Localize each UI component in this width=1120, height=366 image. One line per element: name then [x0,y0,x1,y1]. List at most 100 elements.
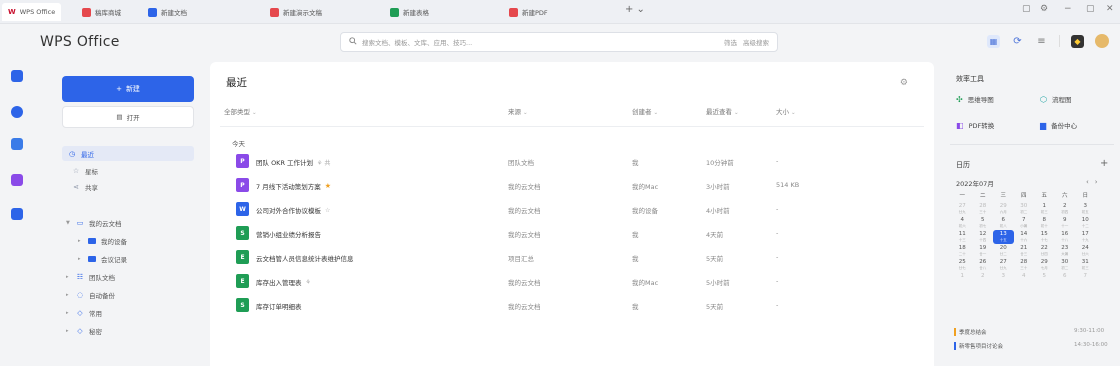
calendar-day[interactable]: 25 廿七 [952,258,973,272]
tab-new-doc[interactable]: 新建文档 [142,3,193,21]
close-button[interactable]: ✕ [1106,4,1114,14]
calendar-day[interactable]: 10 十二 [1075,216,1096,230]
new-button[interactable]: + 新建 [62,76,194,102]
calendar-day[interactable]: 8 初十 [1034,216,1055,230]
calendar-day[interactable]: 7 [1075,272,1096,286]
calendar-day[interactable]: 7 小暑 [1014,216,1035,230]
file-name[interactable]: 云文档管人员信息统计表维护信息 [256,253,354,263]
calendar-day[interactable]: 31 初三 [1075,258,1096,272]
filter-source-dropdown[interactable]: 来源 ⌄ [508,106,528,116]
calendar-day[interactable]: 4 初六 [952,216,973,230]
calendar-day[interactable]: 2 [973,272,994,286]
tool-pdf-convert[interactable]: ◧ PDF转换 [956,120,994,131]
box-icon[interactable] [11,208,23,220]
tree-item-secret[interactable]: ▸ ◇ 秘密 [66,324,102,338]
calendar-day[interactable]: 30 初二 [1014,202,1035,216]
calendar-event[interactable]: 新零售项目讨论会 14:30-16:00 [954,342,1108,350]
open-button[interactable]: ▤ 打开 [62,106,194,128]
calendar-day[interactable]: 19 廿一 [973,244,994,258]
file-name[interactable]: 7 月线下活动策划方案 ★ [256,181,331,191]
grid-icon[interactable]: ▦ [987,34,1000,48]
apps-icon[interactable] [11,174,23,186]
minimize-button[interactable]: − [1064,4,1072,14]
filter-creator-dropdown[interactable]: 创建者 ⌄ [632,106,658,116]
calendar-day[interactable]: 29 七月 [1034,258,1055,272]
calendar-day[interactable]: 28 三十 [1014,258,1035,272]
sync-icon[interactable]: ⟳ [1011,35,1024,48]
calendar-day[interactable]: 2 初四 [1055,202,1076,216]
advanced-search-chip[interactable]: 高级搜索 [743,37,769,47]
file-row[interactable]: P 7 月线下活动策划方案 ★ 我的云文档 我的Mac 3小时前 514 KB [210,176,934,196]
doc-icon[interactable] [11,70,23,82]
file-row[interactable]: S 营销小组业绩分析报告 我的云文档 我 4天前 - [210,224,934,244]
file-name[interactable]: 团队 OKR 工作计划 ⚘ 共 [256,157,330,167]
calendar-day[interactable]: 27 廿九 [993,258,1014,272]
tab-wps-office[interactable]: W WPS Office [2,3,62,21]
add-tab-button[interactable]: + ⌄ [625,4,645,15]
calendar-day[interactable]: 15 十七 [1034,230,1055,244]
sort-viewed-dropdown[interactable]: 最近查看 ⌄ [706,106,739,116]
settings-icon[interactable]: ⚙ [1040,4,1048,14]
calendar-day[interactable]: 18 二十 [952,244,973,258]
gear-icon[interactable]: ⚙ [900,78,908,88]
tab-new-pdf[interactable]: 新建PDF [503,3,554,21]
vip-badge-icon[interactable]: ◆ [1071,34,1084,48]
nav-item-recent[interactable]: ◷ 最近 [62,146,194,161]
sort-size-dropdown[interactable]: 大小 ⌄ [776,106,796,116]
nav-item-shared[interactable]: ⋖ 共享 [72,180,98,194]
calendar-day[interactable]: 6 [1055,272,1076,286]
calendar-day[interactable]: 3 初五 [1075,202,1096,216]
menu-icon[interactable]: ≡ [1035,35,1048,48]
tool-backup-center[interactable]: ▆ 备份中心 [1040,120,1077,131]
clock-icon[interactable] [11,106,23,118]
calendar-day[interactable]: 20 廿二 [993,244,1014,258]
calendar-day[interactable]: 28 三十 [973,202,994,216]
calendar-day[interactable]: 26 廿八 [973,258,994,272]
team-icon[interactable] [11,138,23,150]
tree-item-meeting-notes[interactable]: ▸ 会议记录 [78,252,127,266]
calendar-day[interactable]: 14 十六 [1014,230,1035,244]
filter-type-dropdown[interactable]: 全部类型 ⌄ [224,106,257,116]
calendar-day[interactable]: 24 廿六 [1075,244,1096,258]
calendar-day[interactable]: 22 廿四 [1034,244,1055,258]
add-event-button[interactable]: + [1100,158,1108,169]
calendar-day[interactable]: 5 [1034,272,1055,286]
star-icon[interactable]: ★ [325,182,331,190]
avatar[interactable] [1095,34,1109,48]
calendar-day[interactable]: 5 初七 [973,216,994,230]
file-name[interactable]: 公司对外合作协议模板 ☆ [256,205,330,216]
calendar-day[interactable]: 16 十八 [1055,230,1076,244]
calendar-event[interactable]: 季度总结会 9:30-11:00 [954,328,1104,336]
search-filter-chip[interactable]: 筛选 [724,37,737,47]
tab-template-store[interactable]: 稿库商城 [76,3,127,21]
file-row[interactable]: S 库存订单明细表 我的云文档 我 5天前 - [210,296,934,316]
file-row[interactable]: P 团队 OKR 工作计划 ⚘ 共 团队文档 我 10分钟前 - [210,152,934,172]
nav-item-starred[interactable]: ☆ 星标 [72,164,98,178]
calendar-day[interactable]: 3 [993,272,1014,286]
calendar-day[interactable]: 17 十九 [1075,230,1096,244]
calendar-day[interactable]: 9 十一 [1055,216,1076,230]
file-name[interactable]: 库存出入管理表 ⚘ [256,277,311,288]
file-name[interactable]: 营销小组业绩分析报告 [256,229,321,239]
maximize-button[interactable]: ▢ [1086,4,1095,14]
calendar-nav[interactable]: ‹› [1086,178,1104,186]
tool-mindmap[interactable]: ✣ 思维导图 [956,94,994,105]
calendar-day[interactable]: 23 大暑 [1055,244,1076,258]
calendar-day[interactable]: 4 [1014,272,1035,286]
tool-flowchart[interactable]: ⬡ 流程图 [1040,94,1071,105]
calendar-day[interactable]: 30 初二 [1055,258,1076,272]
tree-item-common[interactable]: ▸ ◇ 常用 [66,306,102,320]
pin-icon[interactable]: ▢ [1022,4,1031,14]
calendar-day[interactable]: 29 六月 [993,202,1014,216]
calendar-today[interactable]: 13 十五 [993,230,1014,244]
tab-new-presentation[interactable]: 新建演示文稿 [264,3,328,21]
calendar-day[interactable]: 11 十三 [952,230,973,244]
file-row[interactable]: W 公司对外合作协议模板 ☆ 我的云文档 我的设备 4小时前 - [210,200,934,220]
calendar-day[interactable]: 6 初八 [993,216,1014,230]
calendar-day[interactable]: 1 [952,272,973,286]
tree-item-team-docs[interactable]: ▸ ☷ 团队文档 [66,270,115,284]
search-box[interactable]: 搜索文档、模板、文库、应用、技巧... 筛选 高级搜索 [340,32,778,52]
tab-new-sheet[interactable]: 新建表格 [384,3,435,21]
calendar-day[interactable]: 27 廿九 [952,202,973,216]
file-row[interactable]: E 云文档管人员信息统计表维护信息 项目汇总 我 5天前 - [210,248,934,268]
